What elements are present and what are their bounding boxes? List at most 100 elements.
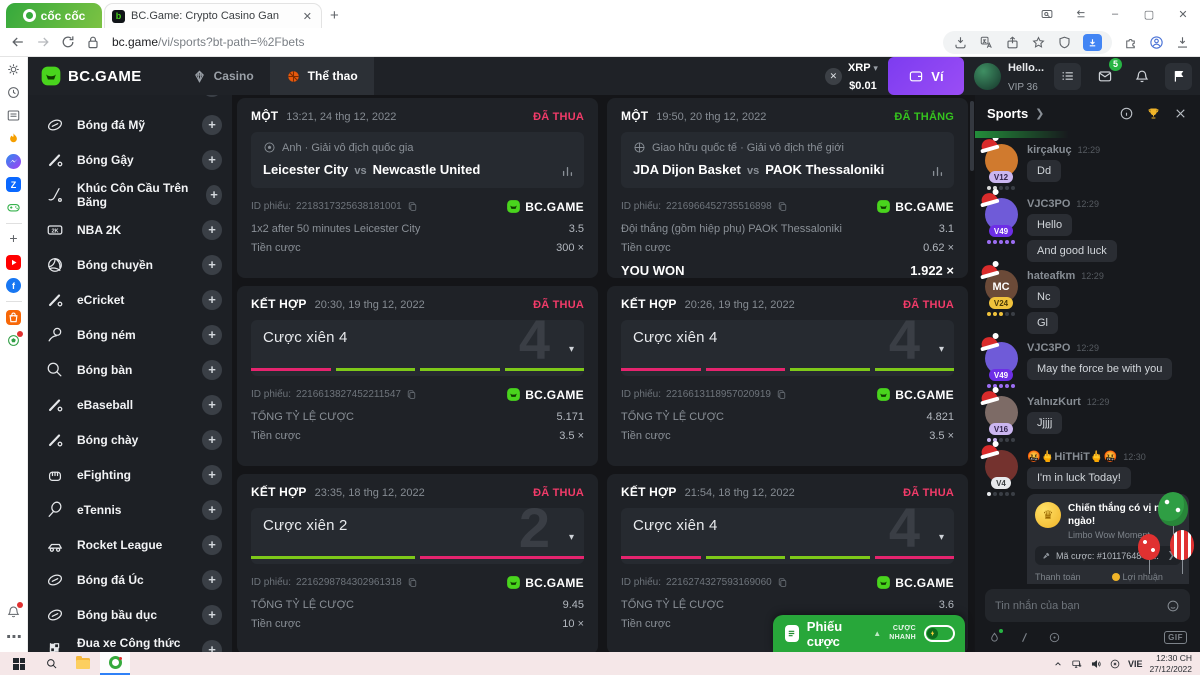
url-text[interactable]: bc.game/vi/sports?bt-path=%2Fbets (112, 35, 934, 49)
shared-bet-card[interactable]: ♛Chiến thắng có vị ngọt ngào!Limbo Wow M… (1027, 494, 1189, 584)
start-button[interactable] (4, 652, 34, 675)
copy-icon[interactable] (407, 577, 418, 588)
copy-icon[interactable] (777, 577, 788, 588)
chat-username[interactable]: 🤬🖕HiTHiT🖕🤬 (1027, 450, 1117, 463)
bcgame-brand[interactable]: BC.GAME (40, 65, 142, 87)
file-explorer-icon[interactable] (68, 652, 98, 675)
chat-coin-drop-icon[interactable] (1048, 631, 1061, 644)
youtube-icon[interactable] (6, 255, 21, 270)
bet-event-box[interactable]: Cược xiên 22▾ (251, 508, 584, 564)
bet-event-box[interactable]: Anh · Giải vô địch quốc giaLeicester Cit… (251, 132, 584, 188)
browser-tab-active[interactable]: b BC.Game: Crypto Casino Gan ✕ (104, 3, 322, 28)
add-favorite-button[interactable]: + (202, 570, 222, 590)
tray-app-icon[interactable] (1109, 658, 1121, 670)
language-indicator[interactable]: VIE (1128, 659, 1143, 669)
chat-input[interactable]: Tin nhắn của bạn (985, 589, 1190, 622)
volume-icon[interactable] (1090, 658, 1102, 670)
adblock-shield-icon[interactable] (1057, 35, 1072, 50)
save-page-icon[interactable] (953, 35, 968, 50)
history-icon[interactable] (6, 85, 21, 100)
bet-code-pill[interactable]: Mã cược: #1011764844...❯ (1035, 546, 1181, 565)
add-favorite-button[interactable]: + (202, 395, 222, 415)
add-favorite-button[interactable]: + (202, 150, 222, 170)
sidebar-item-american-football[interactable]: Bóng đá Mỹ+ (28, 107, 232, 142)
match-stats-icon[interactable] (931, 165, 944, 178)
quick-bet-toggle[interactable] (924, 625, 955, 642)
network-icon[interactable] (1071, 658, 1083, 670)
sidebar-item-table-tennis[interactable]: Bóng bàn+ (28, 352, 232, 387)
sidebar-item-cricket-bat[interactable]: Bóng Gậy+ (28, 142, 232, 177)
downloads-icon[interactable] (1175, 35, 1190, 50)
chat-close-icon[interactable] (1173, 106, 1188, 121)
close-button[interactable]: ✕ (1166, 0, 1200, 28)
coccoc-home-tab[interactable]: cốc cốc (6, 3, 102, 28)
add-favorite-button[interactable]: + (202, 290, 222, 310)
notifications-bell-icon[interactable] (6, 604, 21, 619)
sidebar-item-efighting[interactable]: eFighting+ (28, 457, 232, 492)
add-favorite-button[interactable]: + (202, 535, 222, 555)
chat-info-icon[interactable] (1119, 106, 1134, 121)
copy-icon[interactable] (407, 201, 418, 212)
sidebar-item-ice-hockey[interactable]: Khúc Côn Cầu Trên Băng+ (28, 177, 232, 212)
sidebar-item-volleyball[interactable]: Bóng chuyền+ (28, 247, 232, 282)
chevron-down-icon[interactable]: ▾ (569, 344, 574, 355)
inbox-button[interactable]: 5 (1091, 63, 1118, 90)
bookmark-star-icon[interactable] (1031, 35, 1046, 50)
site-security-icon[interactable] (85, 34, 101, 50)
chat-username[interactable]: VJC3PO (1027, 342, 1070, 354)
sidebar-item-ebaseball[interactable]: eBaseball+ (28, 387, 232, 422)
chat-username[interactable]: kirçakuç (1027, 144, 1072, 156)
browser-profile-icon[interactable] (1149, 35, 1164, 50)
messenger-icon[interactable] (6, 154, 21, 169)
menu-item-sports[interactable]: Thể thao (270, 57, 374, 95)
betslip-bar[interactable]: Phiếu cược ▲ CƯỢCNHANH (773, 615, 965, 652)
chat-commands-icon[interactable] (1018, 631, 1031, 644)
bet-event-box[interactable]: Cược xiên 44▾ (251, 320, 584, 376)
facebook-icon[interactable]: f (6, 278, 21, 293)
sidebar-item-etennis[interactable]: eTennis+ (28, 492, 232, 527)
reading-list-icon[interactable] (6, 108, 21, 123)
bet-event-box[interactable]: Cược xiên 44▾ (621, 508, 954, 564)
wallet-button[interactable]: Ví (888, 57, 964, 95)
add-favorite-button[interactable]: + (202, 255, 222, 275)
hot-trending-icon[interactable] (6, 131, 21, 146)
emoji-smiley-icon[interactable] (1166, 599, 1180, 613)
copy-icon[interactable] (777, 201, 788, 212)
add-favorite-button[interactable]: + (202, 325, 222, 345)
sidebar-item-baseball[interactable]: Bóng chày+ (28, 422, 232, 457)
notifications-button[interactable] (1128, 63, 1155, 90)
new-tab-button[interactable]: + (330, 7, 339, 24)
bet-event-box[interactable]: Cược xiên 44▾ (621, 320, 954, 376)
bet-event-box[interactable]: Giao hữu quốc tế · Giải vô địch thế giới… (621, 132, 954, 188)
chevron-down-icon[interactable]: ▾ (939, 344, 944, 355)
sports-news-icon[interactable] (6, 333, 21, 348)
settings-gear-icon[interactable] (6, 62, 21, 77)
share-icon[interactable] (1005, 35, 1020, 50)
add-favorite-button[interactable]: + (202, 220, 222, 240)
add-favorite-button[interactable]: + (202, 360, 222, 380)
sidebar-item-handball[interactable]: Bóng ném+ (28, 317, 232, 352)
user-profile[interactable]: Hello... VIP 36 (974, 57, 1044, 95)
currency-selector[interactable]: ✕ XRP ▾ $0.01 (825, 58, 878, 95)
tray-chevron-up-icon[interactable] (1052, 658, 1064, 670)
chat-rain-icon[interactable] (988, 631, 1001, 644)
match-stats-icon[interactable] (561, 165, 574, 178)
add-favorite-button[interactable]: + (202, 640, 222, 653)
games-icon[interactable] (6, 200, 21, 215)
sidebar-item-rugby[interactable]: Bóng bầu dục+ (28, 597, 232, 632)
add-favorite-button[interactable]: + (202, 500, 222, 520)
rail-more-icon[interactable]: ⋯ (6, 627, 21, 642)
chevron-down-icon[interactable]: ▾ (939, 532, 944, 543)
reload-icon[interactable] (60, 34, 76, 50)
sidebar-item-aussie-rules[interactable]: Bóng đá Úc+ (28, 562, 232, 597)
chat-username[interactable]: hateafkm (1027, 270, 1075, 282)
sidebar-item-formula-1[interactable]: Đua xe Công thức 1+ (28, 632, 232, 652)
trophy-icon[interactable] (1146, 106, 1161, 121)
add-favorite-button[interactable]: + (202, 95, 222, 97)
add-shortcut-icon[interactable]: + (6, 232, 21, 247)
copy-icon[interactable] (776, 389, 787, 400)
add-favorite-button[interactable]: + (202, 605, 222, 625)
gif-button[interactable]: GIF (1164, 631, 1187, 644)
add-favorite-button[interactable]: + (206, 185, 222, 205)
bet-list-button[interactable] (1054, 63, 1081, 90)
